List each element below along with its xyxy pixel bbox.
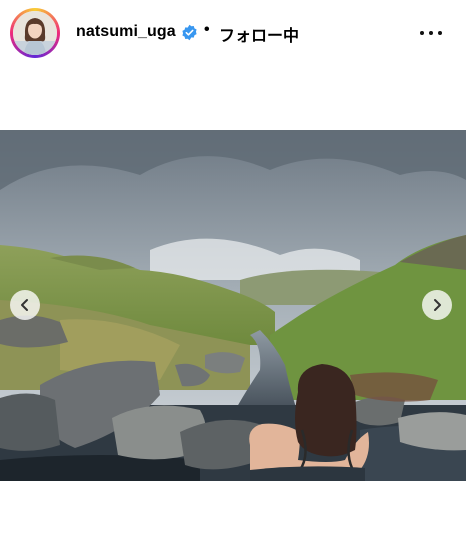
verified-badge-icon xyxy=(181,24,198,41)
following-button[interactable]: フォロー中 xyxy=(219,22,299,46)
story-ring[interactable] xyxy=(10,8,60,58)
more-options-icon[interactable] xyxy=(418,22,444,42)
avatar[interactable] xyxy=(13,11,57,55)
separator-dot: • xyxy=(204,21,210,38)
next-photo-button[interactable] xyxy=(422,290,452,320)
post-photo[interactable] xyxy=(0,130,466,481)
post-header: natsumi_uga • フォロー中 xyxy=(0,0,466,66)
username-link[interactable]: natsumi_uga xyxy=(76,23,176,41)
previous-photo-button[interactable] xyxy=(10,290,40,320)
